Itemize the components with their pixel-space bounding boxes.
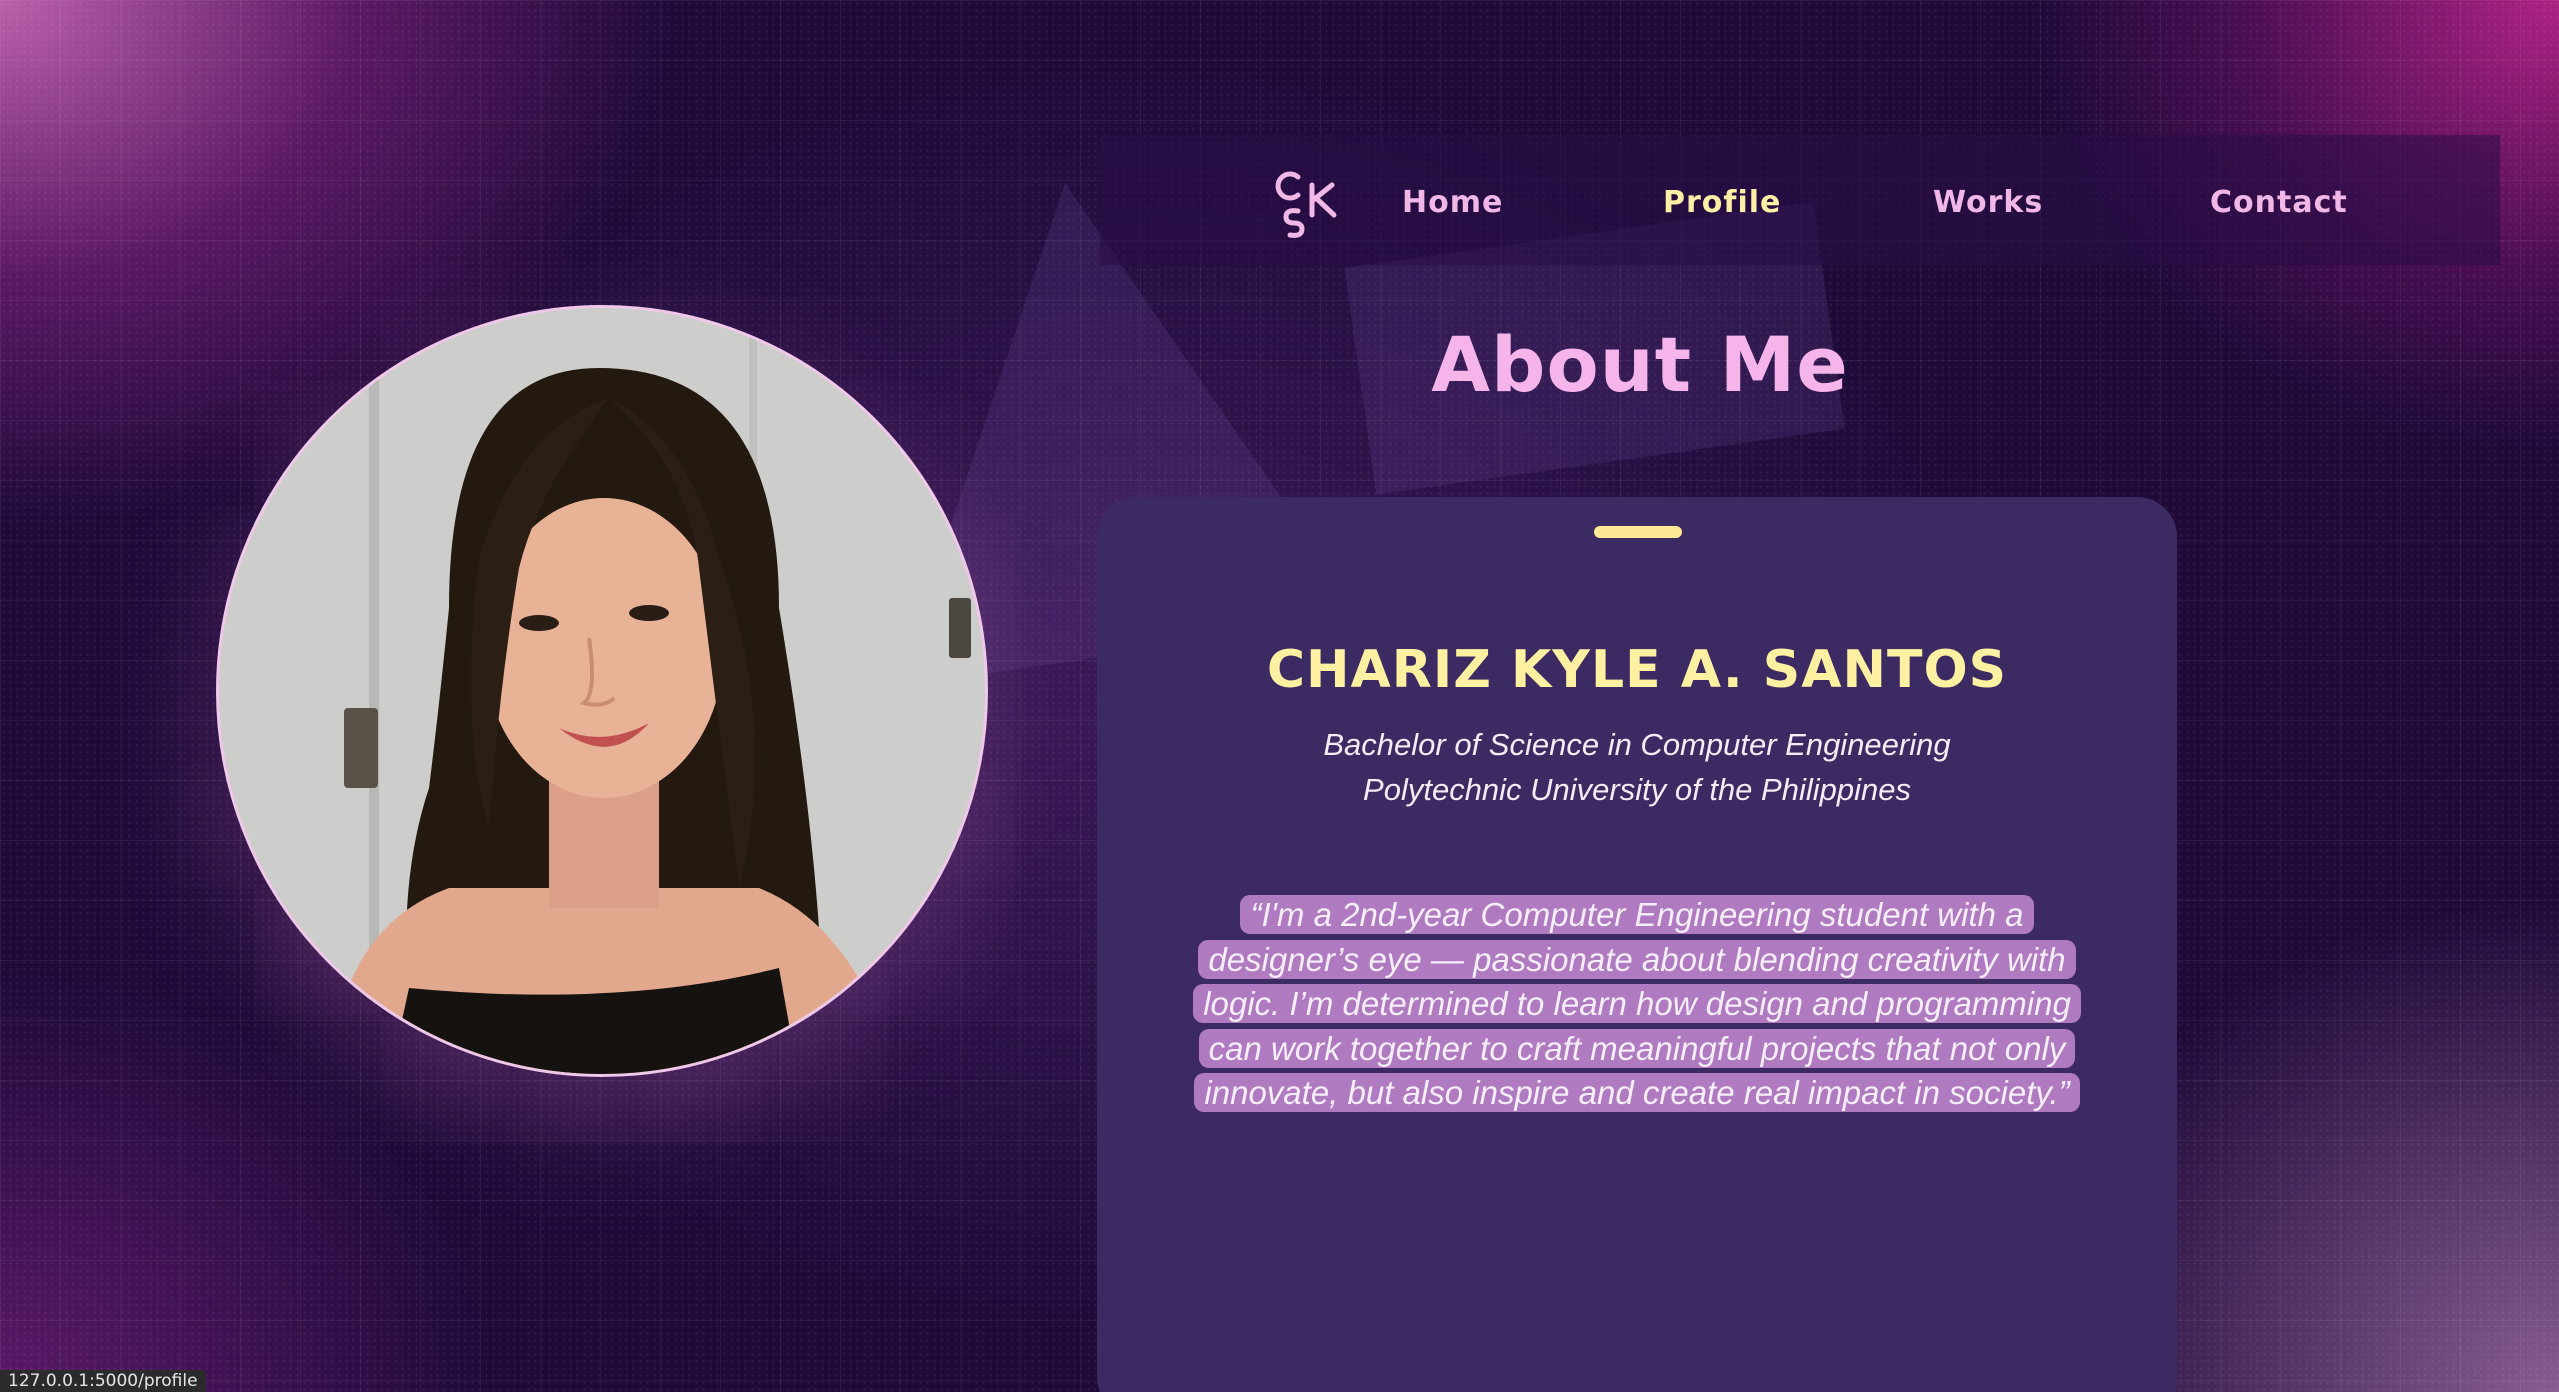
nav-works-link[interactable]: Works xyxy=(1933,185,2043,220)
nav-profile-link[interactable]: Profile xyxy=(1663,185,1781,220)
nav-contact-link[interactable]: Contact xyxy=(2210,185,2348,220)
card-accent-bar xyxy=(1594,526,1682,538)
profile-photo xyxy=(216,305,988,1077)
profile-degree: Bachelor of Science in Computer Engineer… xyxy=(1323,727,1951,762)
nav-home-link[interactable]: Home xyxy=(1402,185,1503,220)
page-title: About Me xyxy=(1431,320,1849,409)
profile-school: Polytechnic University of the Philippine… xyxy=(1363,772,1911,807)
logo-icon[interactable] xyxy=(1268,165,1343,240)
status-bar-url: 127.0.0.1:5000/profile xyxy=(0,1370,206,1392)
profile-name: CHARIZ KYLE A. SANTOS xyxy=(1266,640,2008,700)
profile-photo-illustration xyxy=(219,308,985,1074)
profile-quote: “I'm a 2nd-year Computer Engineering stu… xyxy=(1190,893,2084,1116)
page: ▲▬ Home Profile Works Contact About Me C… xyxy=(0,0,2559,1392)
profile-quote-text: “I'm a 2nd-year Computer Engineering stu… xyxy=(1193,895,2081,1112)
